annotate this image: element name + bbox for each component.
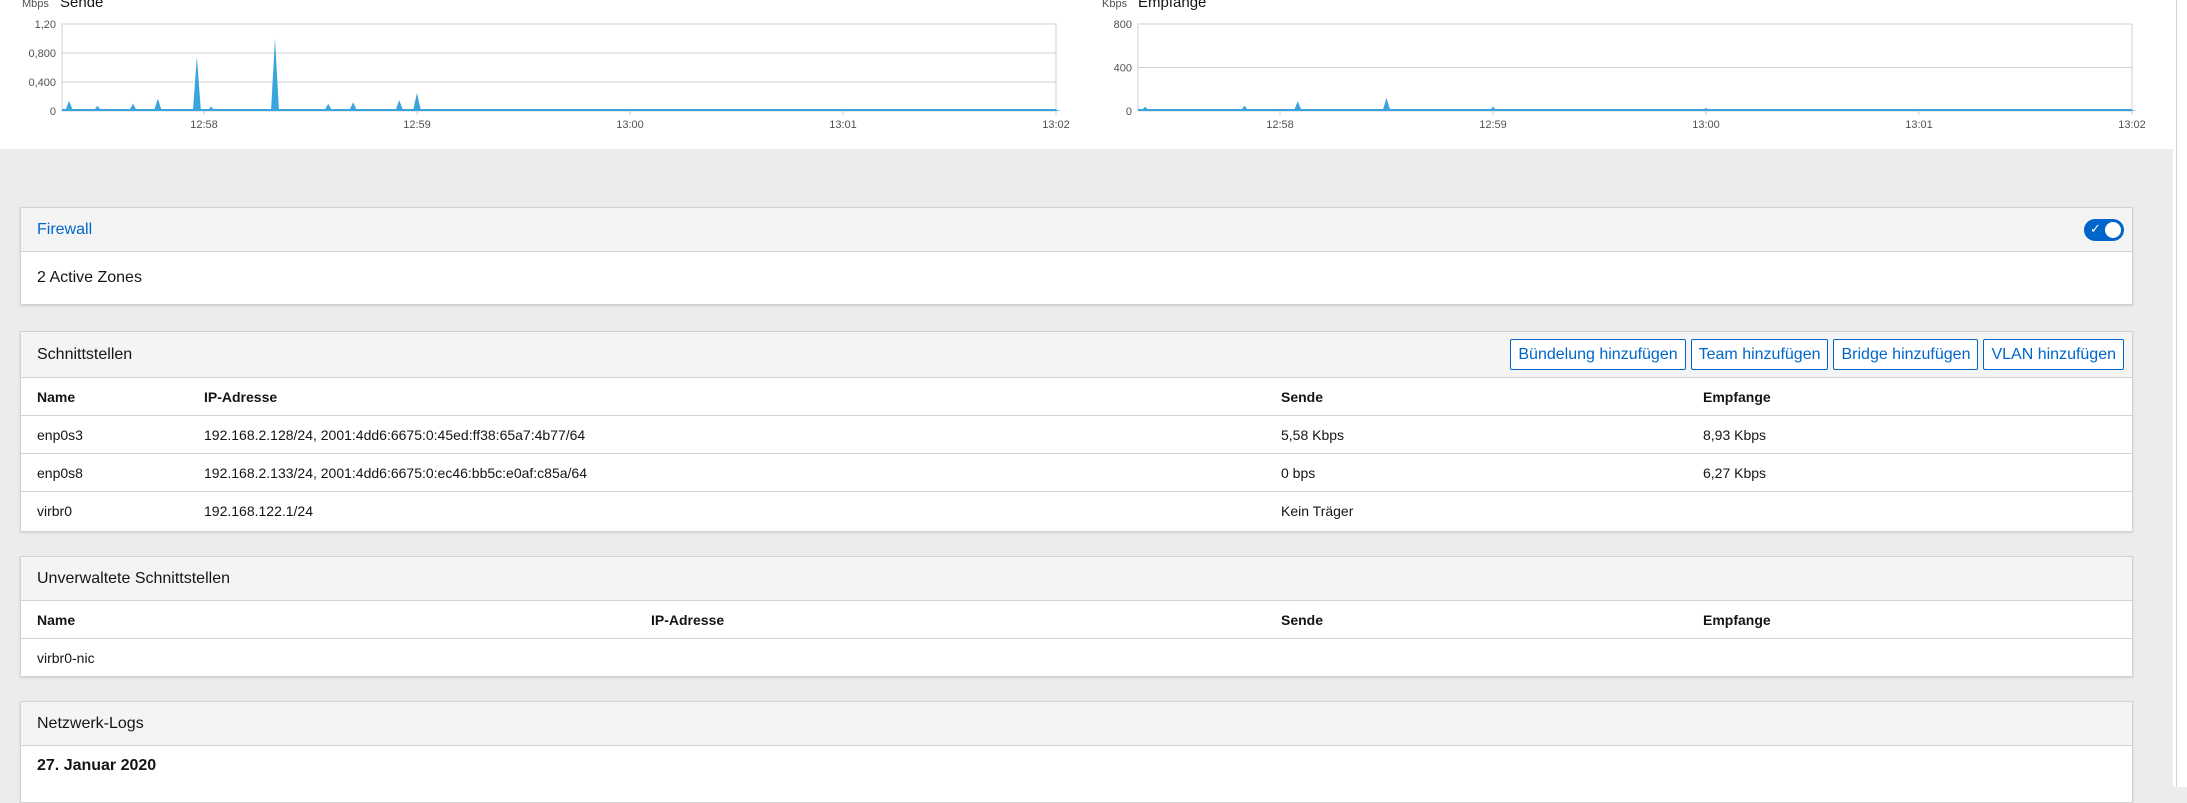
interface-send: 0 bps bbox=[1281, 453, 1703, 492]
interface-name: enp0s3 bbox=[21, 415, 204, 454]
receive-graph-title: Empfange bbox=[1138, 0, 1207, 11]
table-row[interactable]: virbr0 192.168.122.1/24 Kein Träger bbox=[21, 492, 2132, 530]
interface-send: Kein Träger bbox=[1281, 502, 1354, 519]
interface-receive: 6,27 Kbps bbox=[1703, 453, 2132, 492]
firewall-card-header: Firewall ✓ bbox=[21, 208, 2132, 252]
interface-name: enp0s8 bbox=[21, 453, 204, 492]
x-tick-label: 13:02 bbox=[2118, 119, 2146, 131]
data-point bbox=[192, 56, 201, 111]
firewall-toggle[interactable]: ✓ bbox=[2084, 219, 2124, 241]
interface-receive bbox=[1703, 639, 2132, 677]
interface-send bbox=[1281, 639, 1703, 677]
unmanaged-table: Name IP-Adresse Sende Empfange virbr0-ni… bbox=[21, 601, 2132, 676]
y-tick-label: 0 bbox=[50, 106, 56, 118]
interface-ip: 192.168.2.128/24, 2001:4dd6:6675:0:45ed:… bbox=[204, 415, 1281, 454]
column-header-receive: Empfange bbox=[1703, 378, 2132, 416]
firewall-card: Firewall ✓ 2 Active Zones bbox=[20, 207, 2133, 305]
interface-send: 5,58 Kbps bbox=[1281, 415, 1703, 454]
data-point bbox=[271, 38, 279, 111]
interfaces-table: Name IP-Adresse Sende Empfange enp0s3 19… bbox=[21, 378, 2132, 529]
firewall-link[interactable]: Firewall bbox=[37, 221, 92, 239]
check-icon: ✓ bbox=[2090, 221, 2101, 236]
table-row[interactable]: virbr0-nic bbox=[21, 639, 2132, 677]
column-header-name: Name bbox=[21, 601, 651, 639]
interface-name: virbr0 bbox=[37, 502, 73, 519]
y-tick-label: 0 bbox=[1126, 106, 1132, 118]
x-tick-label: 12:59 bbox=[403, 119, 431, 131]
y-tick-label: 1,20 bbox=[35, 19, 56, 31]
column-header-send: Sende bbox=[1281, 601, 1703, 639]
interface-ip bbox=[651, 639, 1281, 677]
receive-graph-canvas: 800 400 0 12:58 12:59 13:00 13:01 13:02 bbox=[1114, 19, 2146, 131]
traffic-graphs: Mbps Sende 1,20 0,800 0,400 0 12:58 12:59 13:0… bbox=[0, 0, 2187, 149]
add-vlan-button[interactable]: VLAN hinzufügen bbox=[1983, 339, 2124, 370]
send-graph-title: Sende bbox=[60, 0, 104, 11]
add-bond-button[interactable]: Bündelung hinzufügen bbox=[1510, 339, 1686, 370]
add-team-button[interactable]: Team hinzufügen bbox=[1690, 339, 1829, 370]
toggle-knob bbox=[2105, 222, 2121, 238]
interfaces-actions: Bündelung hinzufügen Team hinzufügen Bri… bbox=[1510, 339, 2124, 370]
receive-graph: Kbps Empfange 800 400 0 12:58 12:59 13:00 13:0… bbox=[1100, 0, 2180, 140]
x-tick-label: 12:58 bbox=[1266, 119, 1294, 131]
receive-graph-unit: Kbps bbox=[1102, 0, 1128, 10]
unmanaged-interfaces-card: Unverwaltete Schnittstellen Name IP-Adre… bbox=[20, 556, 2133, 677]
interfaces-card-header: Schnittstellen Bündelung hinzufügen Team… bbox=[21, 332, 2132, 378]
x-tick-label: 13:01 bbox=[829, 119, 857, 131]
interface-receive: 8,93 Kbps bbox=[1703, 415, 2132, 454]
send-graph-unit: Mbps bbox=[22, 0, 49, 10]
scrollbar[interactable] bbox=[2173, 0, 2187, 787]
send-graph-canvas: 1,20 0,800 0,400 0 12:58 12:59 13:00 13:01 13:02 bbox=[28, 19, 1070, 131]
y-tick-label: 0,400 bbox=[28, 77, 56, 89]
logs-date-heading: 27. Januar 2020 bbox=[37, 757, 157, 774]
firewall-active-zones: 2 Active Zones bbox=[37, 269, 142, 286]
x-tick-label: 12:59 bbox=[1479, 119, 1507, 131]
interface-ip: 192.168.122.1/24 bbox=[204, 502, 313, 519]
plot-frame bbox=[61, 23, 1057, 112]
interface-receive bbox=[1703, 492, 2132, 530]
x-tick-label: 13:01 bbox=[1905, 119, 1933, 131]
unmanaged-title: Unverwaltete Schnittstellen bbox=[37, 569, 230, 587]
column-header-send: Sende bbox=[1281, 378, 1703, 416]
network-logs-card: Netzwerk-Logs 27. Januar 2020 bbox=[20, 701, 2133, 803]
y-tick-label: 0,800 bbox=[28, 48, 56, 60]
y-tick-label: 400 bbox=[1114, 63, 1132, 75]
baseline-area bbox=[62, 109, 1056, 111]
y-tick-label: 800 bbox=[1114, 19, 1132, 31]
column-header-name: Name bbox=[21, 378, 204, 416]
column-header-ip: IP-Adresse bbox=[204, 378, 1281, 416]
x-tick-label: 13:00 bbox=[616, 119, 644, 131]
table-header-row: Name IP-Adresse Sende Empfange bbox=[21, 378, 2132, 416]
baseline-area bbox=[1138, 109, 2132, 111]
table-row[interactable]: enp0s3 192.168.2.128/24, 2001:4dd6:6675:… bbox=[21, 415, 2132, 454]
logs-title: Netzwerk-Logs bbox=[37, 714, 144, 732]
scrollbar-track bbox=[2176, 0, 2177, 787]
add-bridge-button[interactable]: Bridge hinzufügen bbox=[1833, 339, 1979, 370]
table-header-row: Name IP-Adresse Sende Empfange bbox=[21, 601, 2132, 639]
column-header-ip: IP-Adresse bbox=[651, 601, 1281, 639]
table-row[interactable]: enp0s8 192.168.2.133/24, 2001:4dd6:6675:… bbox=[21, 453, 2132, 492]
unmanaged-card-header: Unverwaltete Schnittstellen bbox=[21, 557, 2132, 601]
interfaces-card: Schnittstellen Bündelung hinzufügen Team… bbox=[20, 331, 2133, 532]
send-graph: Mbps Sende 1,20 0,800 0,400 0 12:58 12:59 13:0… bbox=[0, 0, 1080, 140]
logs-card-header: Netzwerk-Logs bbox=[21, 702, 2132, 746]
interface-ip: 192.168.2.133/24, 2001:4dd6:6675:0:ec46:… bbox=[204, 453, 1281, 492]
interface-name: virbr0-nic bbox=[37, 649, 95, 666]
x-tick-label: 13:00 bbox=[1692, 119, 1720, 131]
data-point bbox=[413, 92, 421, 111]
column-header-receive: Empfange bbox=[1703, 601, 2132, 639]
interfaces-title: Schnittstellen bbox=[37, 345, 133, 363]
x-tick-label: 13:02 bbox=[1042, 119, 1070, 131]
x-tick-label: 12:58 bbox=[190, 119, 218, 131]
